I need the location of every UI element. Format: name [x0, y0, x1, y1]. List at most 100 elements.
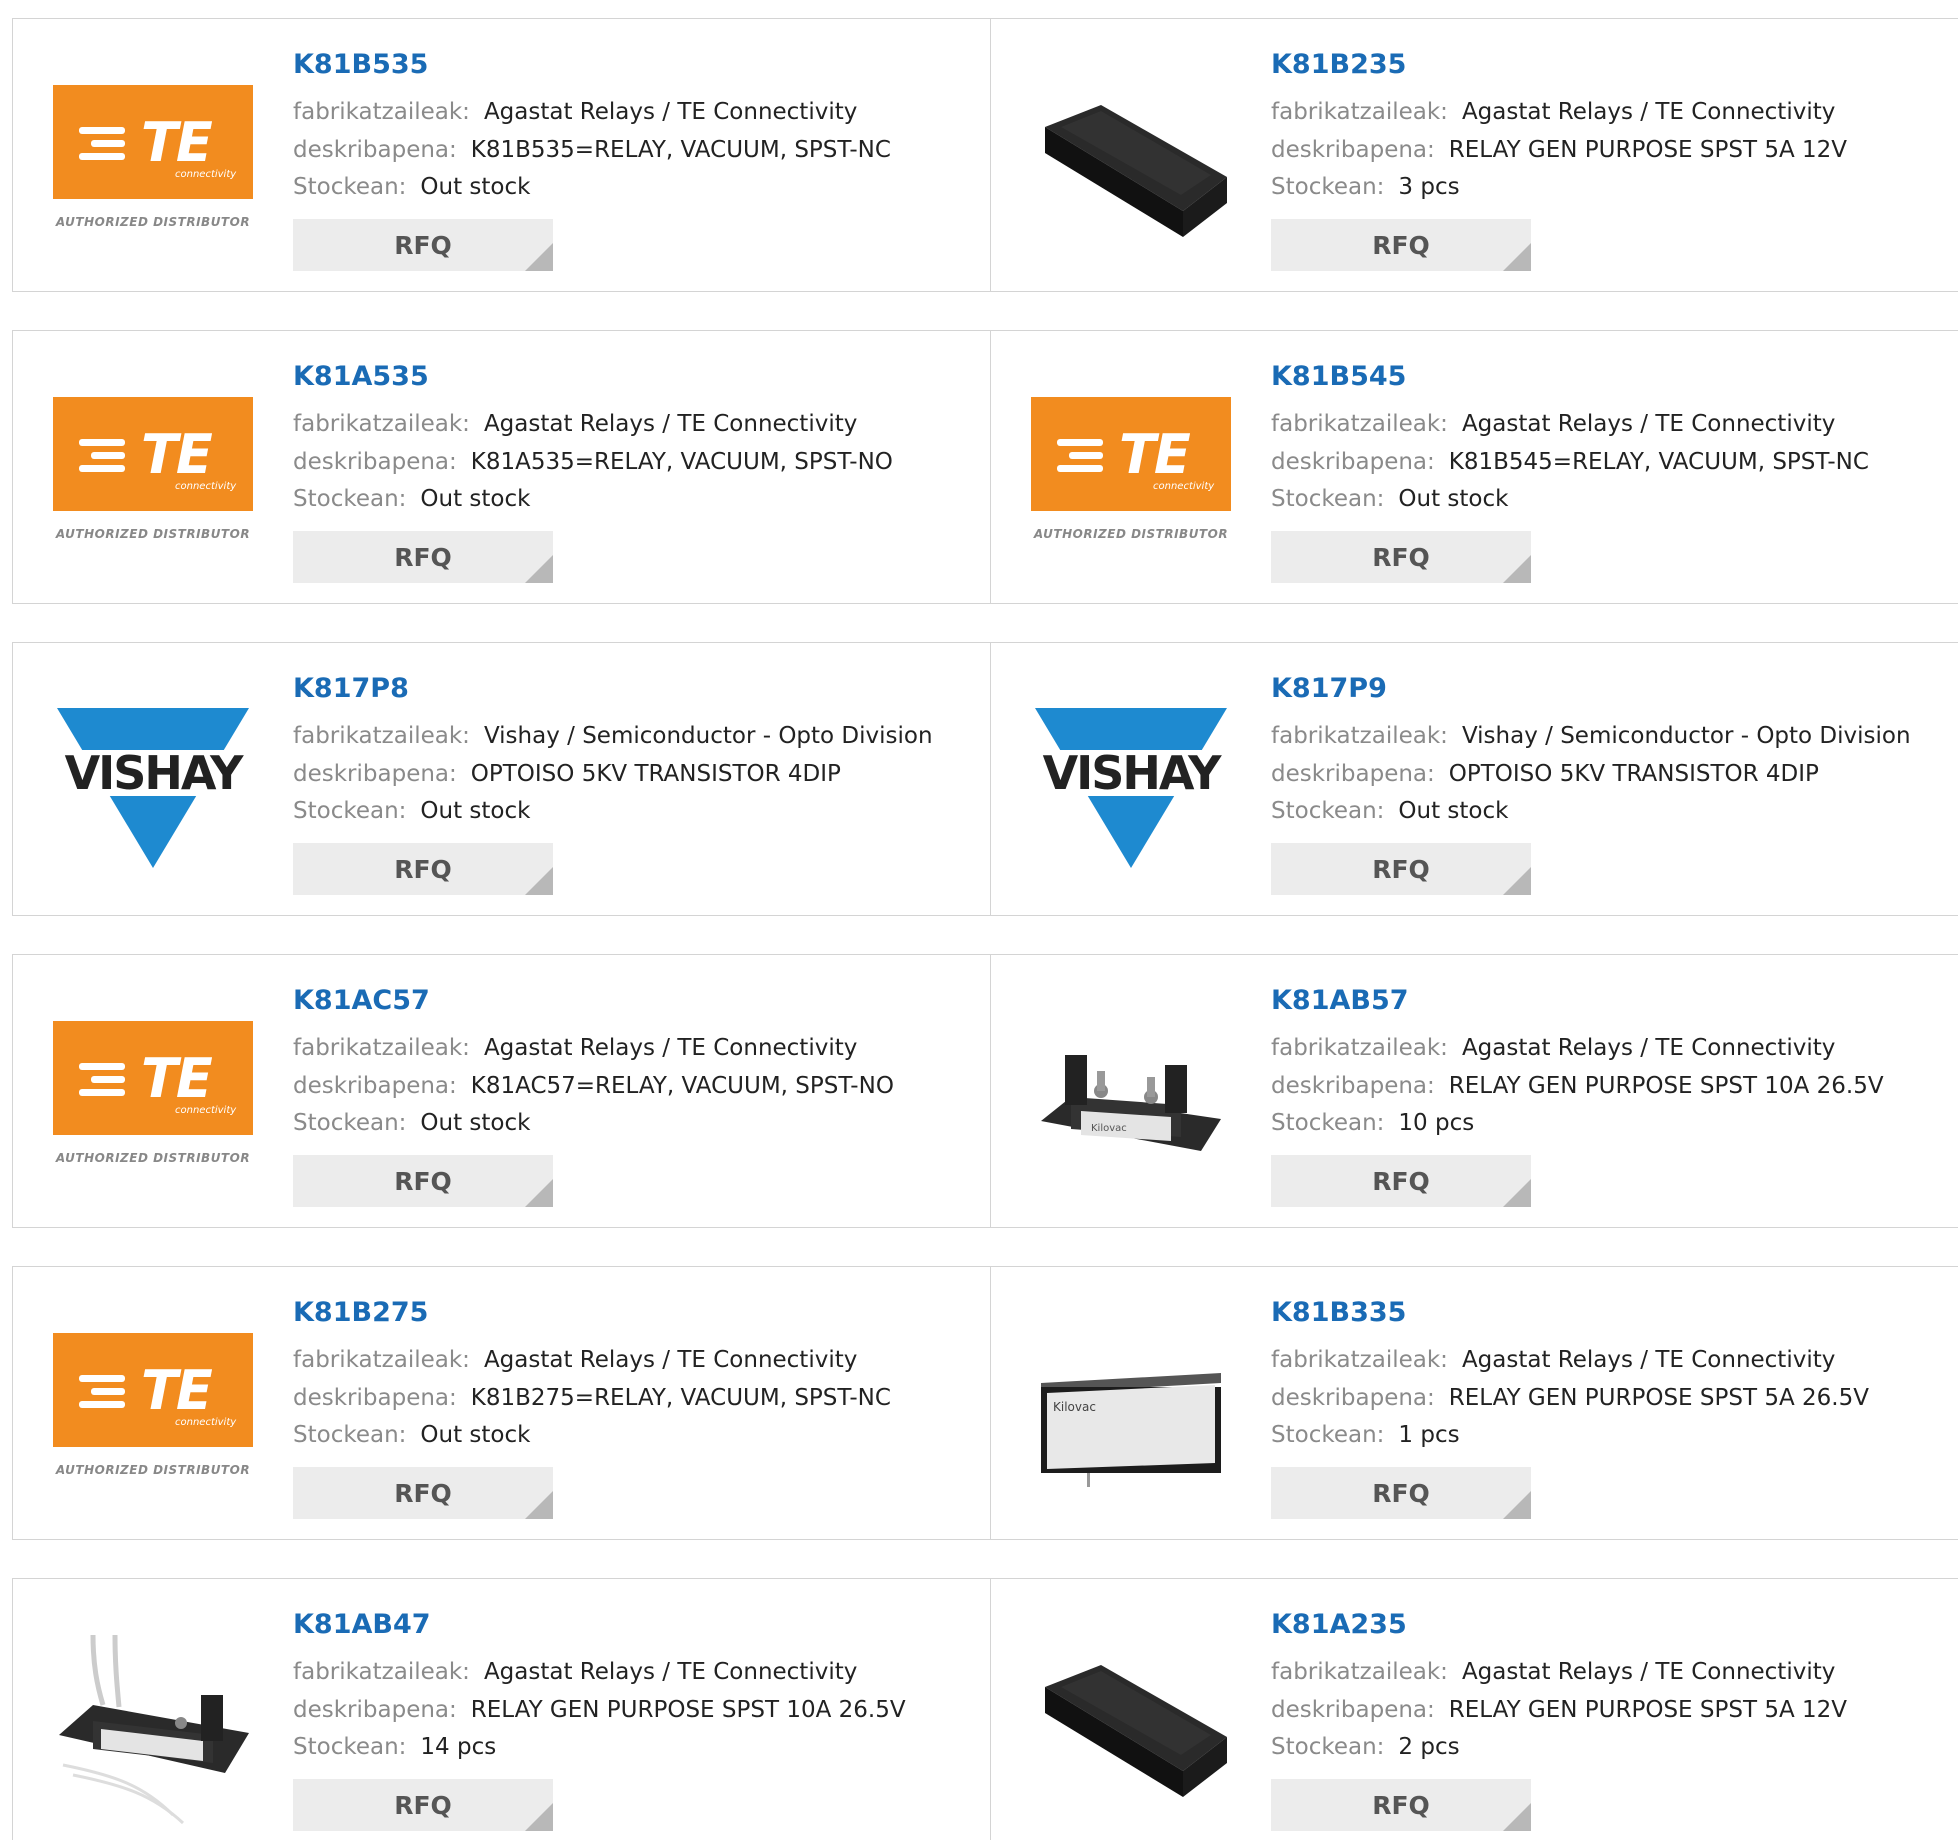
description-label: deskribapena:: [1271, 137, 1435, 163]
rfq-button-label: RFQ: [1372, 230, 1430, 260]
rfq-button[interactable]: RFQ: [293, 531, 553, 583]
product-info: K81B535 fabrikatzaileak: Agastat Relays /…: [293, 19, 990, 291]
product-info: K81B335 fabrikatzaileak: Agastat Relays /…: [1271, 1267, 1958, 1539]
rfq-button[interactable]: RFQ: [293, 1155, 553, 1207]
product-thumbnail[interactable]: [1031, 65, 1231, 265]
te-connectivity-logo: TE connectivity AUTHORIZED DISTRIBUTOR: [53, 85, 253, 245]
te-logo-word: TE: [141, 1359, 213, 1422]
product-thumbnail[interactable]: TE connectivity AUTHORIZED DISTRIBUTOR: [1031, 377, 1231, 577]
rfq-button[interactable]: RFQ: [293, 1467, 553, 1519]
rfq-button[interactable]: RFQ: [1271, 1779, 1531, 1831]
stock-value: Out stock: [420, 486, 531, 512]
product-part-link[interactable]: K81B275: [293, 1297, 428, 1328]
description-label: deskribapena:: [1271, 1073, 1435, 1099]
product-part-link[interactable]: K81A235: [1271, 1609, 1407, 1640]
te-connectivity-logo: TE connectivity AUTHORIZED DISTRIBUTOR: [53, 1021, 253, 1181]
rfq-button[interactable]: RFQ: [1271, 843, 1531, 895]
stock-value: 2 pcs: [1398, 1734, 1460, 1760]
product-thumbnail[interactable]: TE connectivity AUTHORIZED DISTRIBUTOR: [53, 377, 253, 577]
description-line: deskribapena: K81B275=RELAY, VACUUM, SPST…: [293, 1385, 891, 1411]
stock-label: Stockean:: [293, 798, 407, 824]
stock-line: Stockean: Out stock: [1271, 486, 1508, 512]
product-card: K81B235 fabrikatzaileak: Agastat Relays /…: [991, 19, 1958, 291]
product-part-link[interactable]: K817P8: [293, 673, 409, 704]
product-part-link[interactable]: K817P9: [1271, 673, 1387, 704]
product-thumbnail[interactable]: [53, 1625, 253, 1825]
te-logo-word: TE: [1119, 423, 1191, 486]
te-logo-sub: connectivity: [175, 1417, 237, 1428]
te-logo-sub: connectivity: [175, 1105, 237, 1116]
rfq-button[interactable]: RFQ: [293, 843, 553, 895]
stock-value: Out stock: [420, 1110, 531, 1136]
manufacturer-label: fabrikatzaileak:: [1271, 723, 1448, 749]
rfq-corner-decoration: [525, 1491, 553, 1519]
rfq-corner-decoration: [1503, 1179, 1531, 1207]
description-line: deskribapena: K81A535=RELAY, VACUUM, SPST…: [293, 449, 893, 475]
stock-label: Stockean:: [293, 174, 407, 200]
manufacturer-line: fabrikatzaileak: Vishay / Semiconductor -…: [293, 723, 933, 749]
stock-line: Stockean: 3 pcs: [1271, 174, 1460, 200]
rfq-button[interactable]: RFQ: [1271, 219, 1531, 271]
product-info: K817P9 fabrikatzaileak: Vishay / Semicond…: [1271, 643, 1958, 915]
product-thumbnail[interactable]: Kilovac: [1031, 1001, 1231, 1201]
product-info: K81A235 fabrikatzaileak: Agastat Relays /…: [1271, 1579, 1958, 1840]
description-value: RELAY GEN PURPOSE SPST 5A 12V: [1448, 137, 1848, 163]
manufacturer-line: fabrikatzaileak: Agastat Relays / TE Conn…: [293, 99, 857, 125]
product-thumbnail[interactable]: [1031, 1625, 1231, 1825]
rfq-corner-decoration: [525, 867, 553, 895]
product-row: VISHAY K817P8 fabrikatzaileak: Vishay / S…: [12, 642, 1958, 916]
description-value: K81B275=RELAY, VACUUM, SPST-NC: [470, 1385, 891, 1411]
product-part-link[interactable]: K81AB47: [293, 1609, 431, 1640]
rfq-button[interactable]: RFQ: [1271, 1155, 1531, 1207]
manufacturer-line: fabrikatzaileak: Agastat Relays / TE Conn…: [293, 1659, 857, 1685]
product-part-link[interactable]: K81A535: [293, 361, 429, 392]
stock-label: Stockean:: [1271, 1734, 1385, 1760]
stock-value: Out stock: [420, 1422, 531, 1448]
vishay-logo-word: VISHAY: [64, 746, 244, 800]
product-thumbnail[interactable]: TE connectivity AUTHORIZED DISTRIBUTOR: [53, 65, 253, 265]
description-label: deskribapena:: [293, 1697, 457, 1723]
product-thumbnail[interactable]: TE connectivity AUTHORIZED DISTRIBUTOR: [53, 1001, 253, 1201]
description-value: K81B535=RELAY, VACUUM, SPST-NC: [470, 137, 891, 163]
product-part-link[interactable]: K81B535: [293, 49, 428, 80]
manufacturer-line: fabrikatzaileak: Agastat Relays / TE Conn…: [293, 411, 857, 437]
description-value: K81B545=RELAY, VACUUM, SPST-NC: [1448, 449, 1869, 475]
manufacturer-value: Agastat Relays / TE Connectivity: [483, 1347, 858, 1373]
manufacturer-value: Agastat Relays / TE Connectivity: [483, 1035, 858, 1061]
description-label: deskribapena:: [293, 761, 457, 787]
product-row: TE connectivity AUTHORIZED DISTRIBUTOR K…: [12, 954, 1958, 1228]
product-info: K81B275 fabrikatzaileak: Agastat Relays /…: [293, 1267, 990, 1539]
te-logo-sub: connectivity: [175, 481, 237, 492]
rfq-button-label: RFQ: [394, 230, 452, 260]
product-thumbnail[interactable]: VISHAY: [1031, 689, 1231, 889]
authorized-distributor-label: AUTHORIZED DISTRIBUTOR: [55, 1463, 251, 1477]
product-thumbnail[interactable]: TE connectivity AUTHORIZED DISTRIBUTOR: [53, 1313, 253, 1513]
product-thumbnail[interactable]: Kilovac: [1031, 1313, 1231, 1513]
product-thumbnail[interactable]: VISHAY: [53, 689, 253, 889]
product-part-link[interactable]: K81AB57: [1271, 985, 1409, 1016]
product-info: K81B545 fabrikatzaileak: Agastat Relays /…: [1271, 331, 1958, 603]
rfq-button[interactable]: RFQ: [293, 1779, 553, 1831]
product-card: K81A235 fabrikatzaileak: Agastat Relays /…: [991, 1579, 1958, 1840]
product-part-link[interactable]: K81B235: [1271, 49, 1406, 80]
product-row: K81AB47 fabrikatzaileak: Agastat Relays /…: [12, 1578, 1958, 1840]
product-part-link[interactable]: K81AC57: [293, 985, 430, 1016]
manufacturer-line: fabrikatzaileak: Agastat Relays / TE Conn…: [1271, 99, 1835, 125]
product-card: K81AB47 fabrikatzaileak: Agastat Relays /…: [13, 1579, 991, 1840]
rfq-button[interactable]: RFQ: [1271, 1467, 1531, 1519]
rfq-button[interactable]: RFQ: [293, 219, 553, 271]
stock-line: Stockean: Out stock: [293, 1110, 530, 1136]
manufacturer-value: Agastat Relays / TE Connectivity: [1461, 99, 1836, 125]
product-part-link[interactable]: K81B335: [1271, 1297, 1406, 1328]
rfq-button[interactable]: RFQ: [1271, 531, 1531, 583]
manufacturer-value: Agastat Relays / TE Connectivity: [1461, 1659, 1836, 1685]
product-card: Kilovac K81B335 fabrikatzaileak: Agastat …: [991, 1267, 1958, 1539]
stock-label: Stockean:: [1271, 486, 1385, 512]
vishay-logo: VISHAY: [1031, 704, 1231, 874]
relay-black-block-image: [1045, 105, 1227, 237]
stock-line: Stockean: 2 pcs: [1271, 1734, 1460, 1760]
description-label: deskribapena:: [1271, 761, 1435, 787]
product-row: TE connectivity AUTHORIZED DISTRIBUTOR K…: [12, 1266, 1958, 1540]
te-connectivity-logo: TE connectivity AUTHORIZED DISTRIBUTOR: [1031, 397, 1231, 557]
product-part-link[interactable]: K81B545: [1271, 361, 1406, 392]
